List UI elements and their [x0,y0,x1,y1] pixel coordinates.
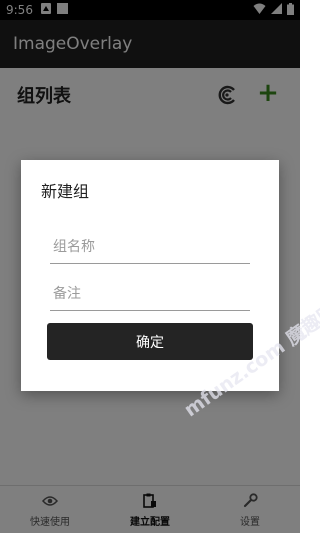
group-name-input[interactable] [50,230,250,263]
confirm-button[interactable]: 确定 [47,323,253,360]
note-input[interactable] [50,277,250,310]
note-field [50,277,250,311]
dialog-title: 新建组 [41,182,90,201]
group-name-field [50,230,250,264]
